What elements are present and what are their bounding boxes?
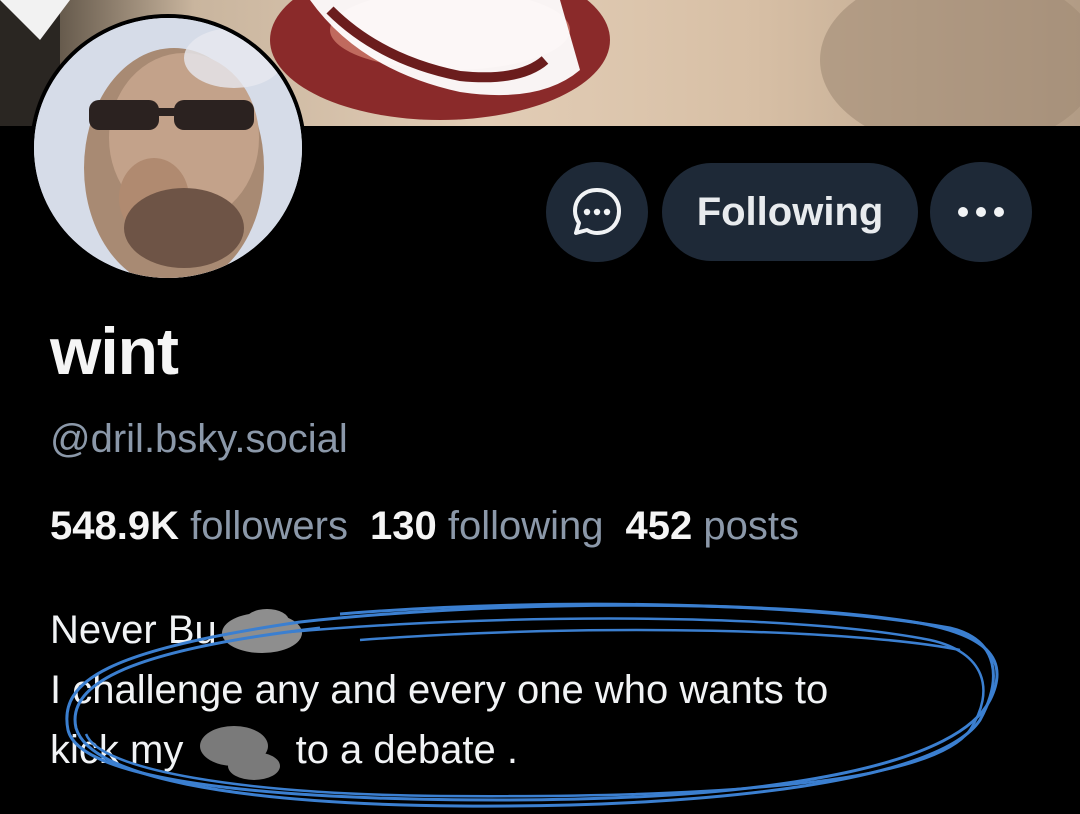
ellipsis-icon	[958, 207, 1004, 217]
bio-line-3: kick my to a debate .	[50, 720, 1050, 782]
avatar[interactable]	[30, 14, 306, 282]
chat-bubble-dots-icon	[573, 188, 621, 235]
bio-line-3-start: kick my	[50, 728, 184, 772]
more-options-button[interactable]	[930, 162, 1032, 262]
profile-bio: Never Bu I challenge any and every one w…	[50, 600, 1050, 782]
bio-line-2: I challenge any and every one who wants …	[50, 668, 829, 712]
bio-line-1: Never Bu	[50, 600, 1050, 660]
posts-count: 452	[625, 504, 693, 548]
following-stat[interactable]: 130 following	[370, 504, 604, 548]
avatar-image	[34, 18, 302, 278]
redaction-blot	[221, 609, 302, 654]
following-label: following	[447, 504, 604, 548]
redaction-blot	[200, 726, 281, 781]
message-button[interactable]	[546, 162, 648, 262]
profile-handle: @dril.bsky.social	[50, 417, 348, 461]
followers-label: followers	[190, 504, 348, 548]
posts-stat: 452 posts	[625, 504, 798, 548]
profile-stats: 548.9K followers 130 following 452 posts	[50, 500, 799, 552]
following-button[interactable]: Following	[662, 163, 918, 261]
bio-line-1-text: Never Bu	[50, 608, 217, 652]
following-count: 130	[369, 504, 437, 548]
following-button-label: Following	[696, 189, 884, 234]
followers-count: 548.9K	[50, 504, 179, 548]
display-name: wint	[50, 314, 179, 388]
bio-line-3-end: to a debate .	[295, 728, 518, 772]
posts-label: posts	[703, 504, 799, 548]
followers-stat[interactable]: 548.9K followers	[50, 504, 348, 548]
